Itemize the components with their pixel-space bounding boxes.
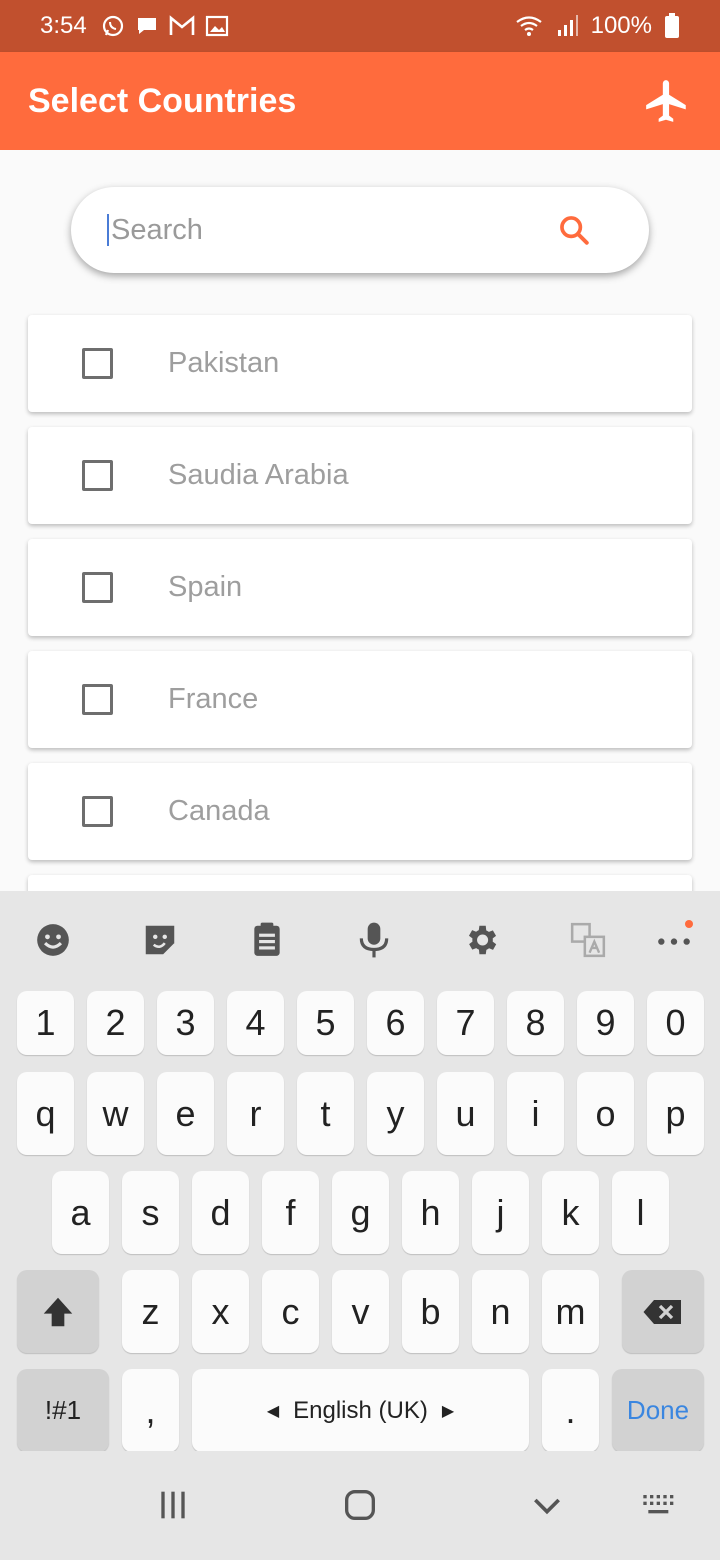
list-item-country[interactable]: Pakistan bbox=[28, 315, 692, 412]
status-time: 3:54 bbox=[40, 12, 87, 39]
key-2[interactable]: 2 bbox=[87, 991, 144, 1055]
clipboard-icon[interactable] bbox=[248, 921, 286, 959]
page-title: Select Countries bbox=[28, 81, 297, 120]
key-9[interactable]: 9 bbox=[577, 991, 634, 1055]
key-v[interactable]: v bbox=[332, 1270, 389, 1353]
list-item-country[interactable]: Canada bbox=[28, 763, 692, 860]
key-0[interactable]: 0 bbox=[647, 991, 704, 1055]
message-icon bbox=[137, 18, 156, 34]
list-item-country-partial[interactable] bbox=[28, 875, 692, 891]
key-4[interactable]: 4 bbox=[227, 991, 284, 1055]
checkbox[interactable] bbox=[82, 460, 113, 491]
comma-key[interactable]: , bbox=[122, 1369, 179, 1452]
keyboard-icon[interactable] bbox=[640, 1485, 680, 1525]
backspace-key[interactable] bbox=[622, 1270, 704, 1353]
key-3[interactable]: 3 bbox=[157, 991, 214, 1055]
app-bar: Select Countries bbox=[0, 52, 720, 150]
battery-percent: 100% bbox=[590, 12, 652, 39]
home-icon[interactable] bbox=[340, 1485, 380, 1525]
checkbox[interactable] bbox=[82, 796, 113, 827]
country-label: Pakistan bbox=[168, 347, 280, 379]
shift-key[interactable] bbox=[17, 1270, 99, 1353]
key-m[interactable]: m bbox=[542, 1270, 599, 1353]
country-label: Saudia Arabia bbox=[168, 459, 349, 491]
done-key[interactable]: Done bbox=[612, 1369, 704, 1452]
text-cursor bbox=[107, 214, 109, 246]
key-e[interactable]: e bbox=[157, 1072, 214, 1155]
notification-dot bbox=[685, 920, 693, 928]
key-d[interactable]: d bbox=[192, 1171, 249, 1254]
key-q[interactable]: q bbox=[17, 1072, 74, 1155]
search-input[interactable] bbox=[111, 213, 557, 247]
key-r[interactable]: r bbox=[227, 1072, 284, 1155]
key-y[interactable]: y bbox=[367, 1072, 424, 1155]
chevron-right-icon: ▶ bbox=[441, 1402, 455, 1420]
symbols-key[interactable]: !#1 bbox=[17, 1369, 109, 1452]
checkbox[interactable] bbox=[82, 684, 113, 715]
backspace-icon bbox=[643, 1299, 681, 1324]
sticker-icon[interactable] bbox=[141, 921, 179, 959]
translate-icon[interactable] bbox=[569, 921, 607, 959]
key-w[interactable]: w bbox=[87, 1072, 144, 1155]
key-h[interactable]: h bbox=[402, 1171, 459, 1254]
key-c[interactable]: c bbox=[262, 1270, 319, 1353]
chevron-left-icon: ◀ bbox=[266, 1402, 280, 1420]
emoji-icon[interactable] bbox=[34, 921, 72, 959]
microphone-icon[interactable] bbox=[355, 921, 393, 959]
navigation-bar bbox=[0, 1451, 720, 1560]
key-o[interactable]: o bbox=[577, 1072, 634, 1155]
list-item-country[interactable]: Saudia Arabia bbox=[28, 427, 692, 524]
battery-icon bbox=[665, 13, 679, 38]
settings-icon[interactable] bbox=[462, 921, 500, 959]
key-8[interactable]: 8 bbox=[507, 991, 564, 1055]
key-g[interactable]: g bbox=[332, 1171, 389, 1254]
key-n[interactable]: n bbox=[472, 1270, 529, 1353]
status-bar: 3:54 100% bbox=[0, 0, 720, 52]
key-z[interactable]: z bbox=[122, 1270, 179, 1353]
country-label: France bbox=[168, 683, 259, 715]
checkbox[interactable] bbox=[82, 348, 113, 379]
country-label: Spain bbox=[168, 571, 243, 603]
key-t[interactable]: t bbox=[297, 1072, 354, 1155]
key-i[interactable]: i bbox=[507, 1072, 564, 1155]
space-language-label: English (UK) bbox=[293, 1396, 428, 1424]
airplane-icon[interactable] bbox=[642, 76, 692, 126]
key-f[interactable]: f bbox=[262, 1171, 319, 1254]
key-l[interactable]: l bbox=[612, 1171, 669, 1254]
content-area: Pakistan Saudia Arabia Spain France Cana… bbox=[0, 150, 720, 891]
whatsapp-icon bbox=[102, 15, 123, 37]
key-a[interactable]: a bbox=[52, 1171, 109, 1254]
key-s[interactable]: s bbox=[122, 1171, 179, 1254]
period-key[interactable]: . bbox=[542, 1369, 599, 1452]
gallery-icon bbox=[205, 15, 228, 37]
key-p[interactable]: p bbox=[647, 1072, 704, 1155]
recents-icon[interactable] bbox=[153, 1485, 193, 1525]
key-x[interactable]: x bbox=[192, 1270, 249, 1353]
gmail-icon bbox=[169, 15, 195, 35]
keyboard-toolbar bbox=[0, 891, 720, 989]
key-u[interactable]: u bbox=[437, 1072, 494, 1155]
key-k[interactable]: k bbox=[542, 1171, 599, 1254]
key-j[interactable]: j bbox=[472, 1171, 529, 1254]
checkbox[interactable] bbox=[82, 572, 113, 603]
search-bar[interactable] bbox=[71, 187, 649, 273]
key-1[interactable]: 1 bbox=[17, 991, 74, 1055]
shift-icon bbox=[43, 1297, 73, 1326]
back-icon[interactable] bbox=[527, 1485, 567, 1525]
key-7[interactable]: 7 bbox=[437, 991, 494, 1055]
key-5[interactable]: 5 bbox=[297, 991, 354, 1055]
list-item-country[interactable]: France bbox=[28, 651, 692, 748]
key-b[interactable]: b bbox=[402, 1270, 459, 1353]
search-icon[interactable] bbox=[557, 213, 591, 247]
keyboard: 1 2 3 4 5 6 7 8 9 0 q w e r t y u i o p … bbox=[0, 891, 720, 1452]
key-6[interactable]: 6 bbox=[367, 991, 424, 1055]
space-key[interactable]: ◀ English (UK) ▶ bbox=[192, 1369, 529, 1452]
country-label: Canada bbox=[168, 795, 270, 827]
wifi-icon bbox=[515, 16, 542, 36]
list-item-country[interactable]: Spain bbox=[28, 539, 692, 636]
signal-icon bbox=[557, 15, 578, 36]
